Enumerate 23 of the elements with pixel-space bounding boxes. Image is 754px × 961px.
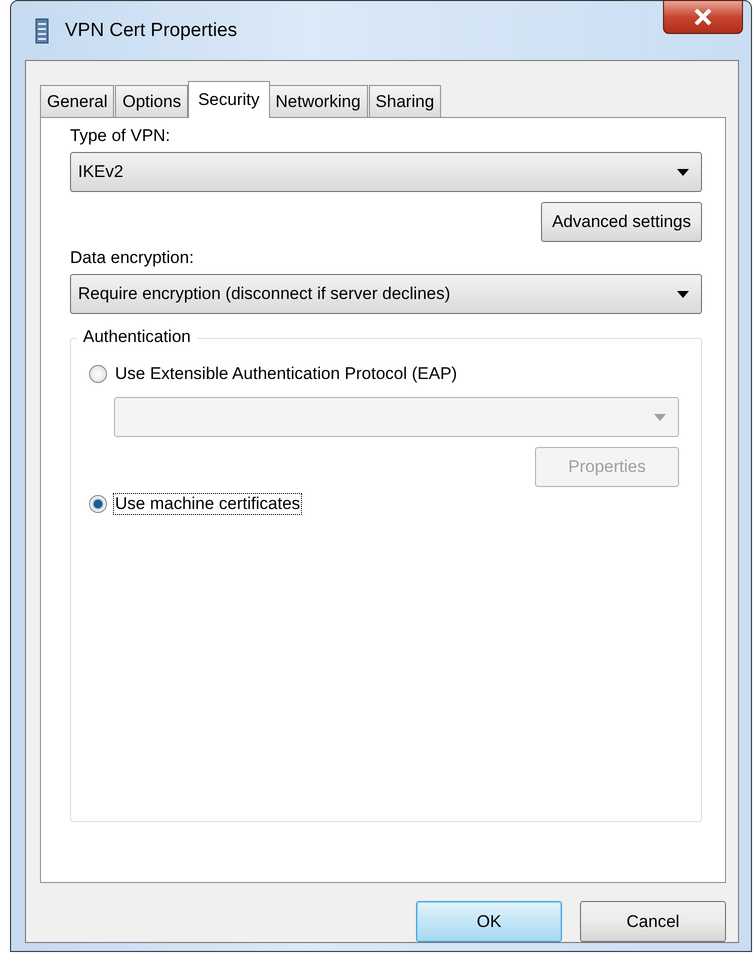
ok-button[interactable]: OK	[416, 901, 562, 942]
close-icon	[694, 9, 712, 25]
dropdown-arrow-icon	[677, 290, 689, 298]
tab[interactable]: Networking	[268, 85, 368, 117]
radio-label[interactable]: Use Extensible Authentication Protocol (EAP)	[113, 363, 460, 385]
dropdown-arrow-icon	[654, 414, 666, 420]
radio-button[interactable]	[89, 495, 107, 513]
radio-button[interactable]	[89, 365, 107, 383]
advanced-settings-button[interactable]: Advanced settings	[541, 202, 702, 242]
encryption-dropdown[interactable]: Require encryption (disconnect if server declines)	[70, 274, 702, 314]
radio-label[interactable]: Use machine certificates	[113, 493, 302, 515]
window-title: VPN Cert Properties	[65, 20, 238, 42]
close-button[interactable]	[663, 0, 743, 34]
field-label: Data encryption:	[70, 248, 194, 268]
tab[interactable]: Sharing	[368, 85, 442, 117]
field-label: Type of VPN:	[70, 126, 170, 146]
dropdown-arrow-icon	[677, 168, 689, 176]
tab[interactable]: General	[40, 85, 114, 117]
tab[interactable]: Security	[188, 81, 270, 118]
tab[interactable]: Options	[115, 85, 188, 117]
cancel-button[interactable]: Cancel	[580, 901, 726, 942]
document-icon	[35, 18, 49, 44]
vpn-type-dropdown[interactable]: IKEv2	[70, 152, 702, 192]
